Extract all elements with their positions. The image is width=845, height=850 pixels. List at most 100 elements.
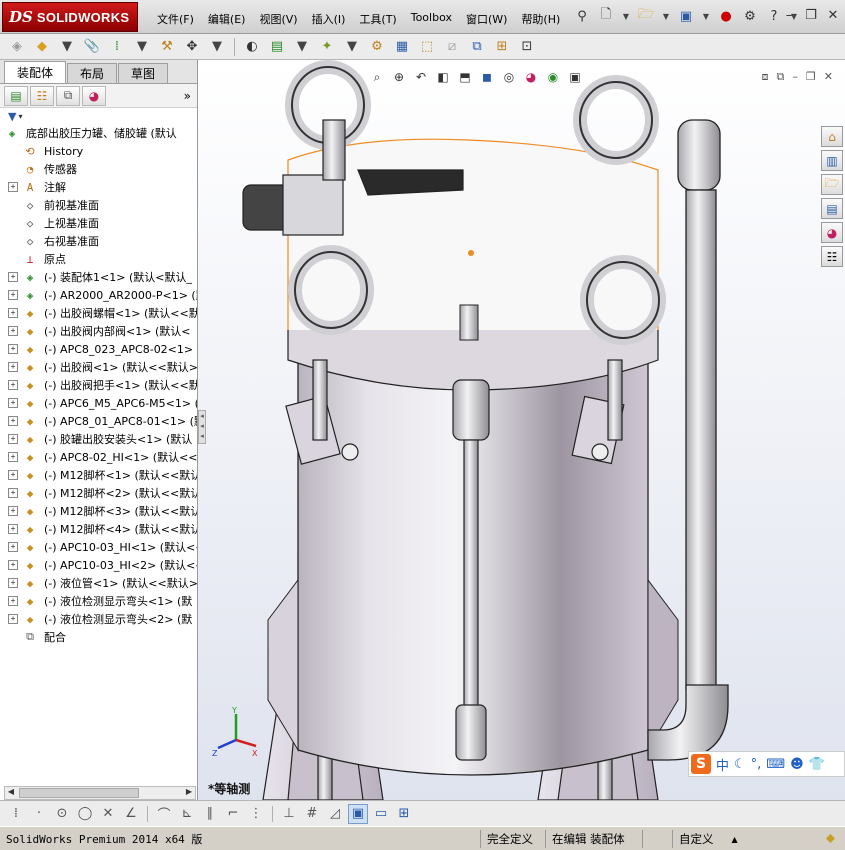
display-manager-icon[interactable]: ◕ [82,85,106,106]
menu-edit[interactable]: 编辑(E) [201,9,253,29]
design-library-icon[interactable]: ▥ [821,150,843,171]
tag-icon[interactable]: ⬥ [826,831,835,846]
tree-item[interactable]: + ◆ (-) APC8-02_HI<1> (默认<<默 [0,448,197,466]
midpoint-icon[interactable]: ⋮ [246,804,266,824]
tree-item[interactable]: + ◆ (-) APC8_01_APC8-01<1> (默 [0,412,197,430]
view-settings-icon[interactable]: ▣ [566,68,584,86]
single-view-icon[interactable]: ▭ [371,804,391,824]
minimize-icon[interactable]: – [781,8,797,23]
menu-help[interactable]: 帮助(H) [514,9,567,29]
scroll-right-arrow-icon[interactable]: ▶ [183,787,195,796]
tree-item[interactable]: + ◆ (-) M12脚杯<2> (默认<<默认> [0,484,197,502]
shaded-view-icon[interactable]: ▣ [348,803,368,824]
zoom-to-area-icon[interactable]: ⊕ [390,68,408,86]
half-width-moon-icon[interactable]: ☾ [734,757,746,772]
keyboard-icon[interactable]: ⌨ [766,757,785,772]
angle-icon[interactable]: ∠ [121,804,141,824]
tree-item[interactable]: ◇ 上视基准面 [0,214,197,232]
menu-tools[interactable]: 工具(T) [352,9,403,29]
menu-insert[interactable]: 插入(I) [305,9,353,29]
expand-plus-icon[interactable]: + [8,416,18,426]
insert-component-icon[interactable]: ◈ [6,36,28,58]
tree-item[interactable]: + ◈ (-) AR2000_AR2000-P<1> (默 [0,286,197,304]
tree-item[interactable]: ◇ 右视基准面 [0,232,197,250]
tab-layout[interactable]: 布局 [67,63,118,83]
linear-pattern-icon[interactable]: ⁞ [106,36,128,58]
triangle-icon[interactable]: ◿ [325,804,345,824]
expand-plus-icon[interactable]: + [8,452,18,462]
tree-item[interactable]: + ◆ (-) 液位管<1> (默认<<默认>_ [0,574,197,592]
doc-close-icon[interactable]: ✕ [824,70,833,84]
tree-item[interactable]: + A 注解 [0,178,197,196]
expand-plus-icon[interactable]: + [8,560,18,570]
expand-plus-icon[interactable]: + [8,308,18,318]
punctuation-icon[interactable]: °, [751,757,762,772]
chevron-down-icon[interactable]: ▼ [206,36,228,58]
rebuild-traffic-light-icon[interactable]: ● [716,6,736,26]
point-icon[interactable]: · [29,804,49,824]
split-horizontal-icon[interactable]: ⧈ [762,70,769,84]
expand-plus-icon[interactable]: + [8,614,18,624]
apply-scene-icon[interactable]: ◉ [544,68,562,86]
split-vertical-icon[interactable]: ⧉ [777,70,785,84]
show-hidden-components-icon[interactable]: ◐ [241,36,263,58]
expand-plus-icon[interactable]: + [8,380,18,390]
expand-plus-icon[interactable]: + [8,542,18,552]
view-orientation-icon[interactable]: ⬒ [456,68,474,86]
solidworks-logo[interactable]: DS SOLIDWORKS [2,2,138,32]
ime-mode-chinese[interactable]: 中 [716,755,729,774]
display-style-icon[interactable]: ◼ [478,68,496,86]
expand-plus-icon[interactable]: + [8,182,18,192]
doc-restore-icon[interactable]: ❐ [806,70,816,84]
view-palette-icon[interactable]: ▤ [821,198,843,219]
expand-plus-icon[interactable]: + [8,596,18,606]
restore-icon[interactable]: ❐ [803,8,819,23]
sogou-logo-icon[interactable]: S [691,754,711,774]
tangent-arc-icon[interactable]: ⌒ [154,804,174,824]
chevron-down-icon[interactable]: ▼ [341,36,363,58]
chevron-down-icon[interactable]: ▼ [291,36,313,58]
expand-plus-icon[interactable]: + [8,398,18,408]
tree-item[interactable]: + ◆ (-) 液位检测显示弯头<1> (默 [0,592,197,610]
expand-plus-icon[interactable]: + [8,434,18,444]
menu-window[interactable]: 窗口(W) [459,9,514,29]
smart-fasteners-icon[interactable]: ⚒ [156,36,178,58]
pushpin-icon[interactable]: ⚲ [572,6,592,26]
tree-root-assembly[interactable]: ◈ 底部出胶压力罐、储胶罐 (默认 [0,124,197,142]
tree-item[interactable]: + ◆ (-) 出胶阀螺帽<1> (默认<<默 [0,304,197,322]
skin-icon[interactable]: 👕 [809,757,825,772]
expand-plus-icon[interactable]: + [8,362,18,372]
tree-item[interactable]: ⧉ 配合 [0,628,197,646]
options-gear-icon[interactable]: ⚙ [740,6,760,26]
chevron-down-icon[interactable]: ▼ [660,6,672,26]
perpendicular-icon[interactable]: ⊾ [177,804,197,824]
expand-plus-icon[interactable]: + [8,344,18,354]
explode-line-sketch-icon[interactable]: ⧄ [441,36,463,58]
tree-item[interactable]: ⊥ 原点 [0,250,197,268]
expand-plus-icon[interactable]: + [8,290,18,300]
tree-item[interactable]: + ◆ (-) APC10-03_HI<1> (默认<< [0,538,197,556]
doc-minimize-icon[interactable]: – [792,70,798,84]
expand-plus-icon[interactable]: + [8,326,18,336]
appearances-scenes-icon[interactable]: ◕ [821,222,843,243]
tree-item[interactable]: + ◆ (-) APC8_023_APC8-02<1> (默 [0,340,197,358]
clearance-verification-icon[interactable]: ⊞ [491,36,513,58]
expand-plus-icon[interactable]: + [8,272,18,282]
edit-appearance-icon[interactable]: ◕ [522,68,540,86]
graphics-area[interactable]: ⌕ ⊕ ↶ ◧ ⬒ ◼ ◎ ◕ ◉ ▣ ⧈ ⧉ – ❐ ✕ ◂ ◂ ◂ ⌂ ▥ 🗁 … [198,60,845,800]
save-icon[interactable]: ▣ [676,6,696,26]
four-view-icon[interactable]: ⊞ [394,804,414,824]
configuration-manager-icon[interactable]: ⧉ [56,85,80,106]
tree-item[interactable]: + ◆ (-) 液位检测显示弯头<2> (默 [0,610,197,628]
custom-properties-icon[interactable]: ☷ [821,246,843,267]
filter-funnel-icon[interactable]: ▼ [8,110,16,123]
exploded-view-icon[interactable]: ⬚ [416,36,438,58]
menu-view[interactable]: 视图(V) [252,9,304,29]
circle-icon[interactable]: ◯ [75,804,95,824]
mate-paperclip-icon[interactable]: 📎 [81,36,103,58]
new-document-icon[interactable]: 🗋 [596,6,616,26]
close-icon[interactable]: ✕ [825,8,841,23]
file-explorer-icon[interactable]: 🗁 [821,174,843,195]
scrollbar-thumb[interactable] [19,788,139,798]
tree-item[interactable]: + ◆ (-) M12脚杯<3> (默认<<默认> [0,502,197,520]
